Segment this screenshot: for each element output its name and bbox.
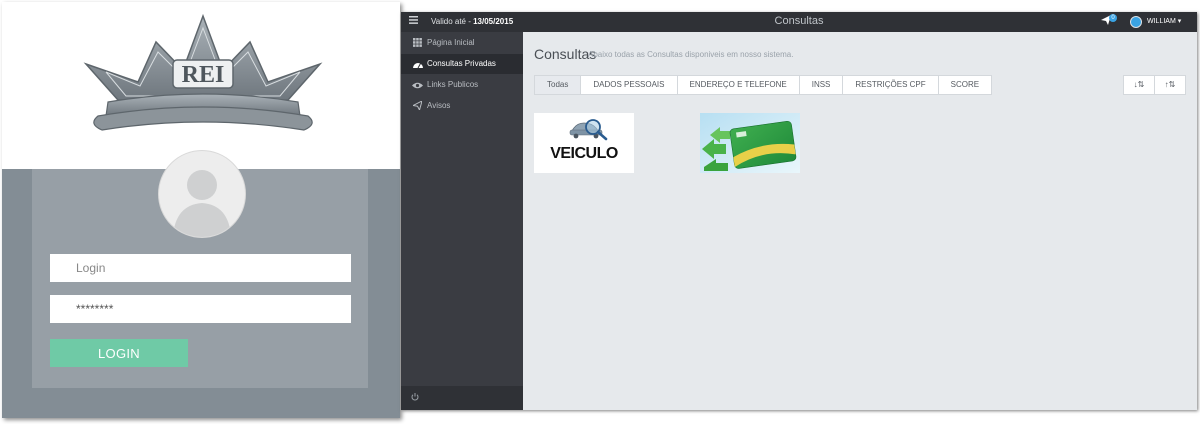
validity-label: Valido até - [431,17,474,26]
eye-icon [412,75,423,96]
login-input[interactable] [50,254,351,282]
user-menu[interactable]: WILLIAM ▾ [1147,17,1181,25]
tab-score[interactable]: SCORE [939,76,991,94]
validity-date: 13/05/2015 [473,17,514,26]
sidebar-item-label: Links Publicos [427,80,479,89]
sort-controls: ↓⇅ ↑⇅ [1123,75,1186,95]
menu-icon[interactable] [409,16,419,28]
tab-todas[interactable]: Todas [535,76,582,94]
category-tabs: Todas DADOS PESSOAIS ENDEREÇO E TELEFONE… [534,75,993,95]
login-button[interactable]: LOGIN [50,339,188,367]
user-avatar-icon [158,150,246,238]
sidebar-item-label: Consultas Privadas [427,59,496,68]
sidebar-item-consultas-privadas[interactable]: Consultas Privadas [401,54,523,74]
top-bar: Valido até - 13/05/2015 Consultas 0 WILL… [401,12,1197,32]
tab-endereco-telefone[interactable]: ENDEREÇO E TELEFONE [678,76,800,94]
page-subtitle: Abaixo todas as Consultas disponiveis em… [588,50,794,59]
query-card-cpf[interactable] [700,113,800,173]
notification-badge: 0 [1109,14,1117,22]
card-label-veiculo: VEICULO [550,145,618,162]
magnifier-car-icon [569,119,608,141]
tab-dados-pessoais[interactable]: DADOS PESSOAIS [581,76,678,94]
tab-inss[interactable]: INSS [800,76,844,94]
page-title: Consultas [534,46,597,62]
notification-button[interactable]: 0 [1101,14,1117,29]
sidebar-item-links-publicos[interactable]: Links Publicos [401,75,523,95]
user-avatar-small[interactable] [1130,16,1142,28]
login-panel: REI LOGIN [2,2,400,418]
sidebar-item-avisos[interactable]: Avisos [401,96,523,116]
sort-descending-button[interactable]: ↑⇅ [1154,76,1185,94]
sidebar-footer [401,386,523,410]
main-content: Consultas Abaixo todas as Consultas disp… [523,32,1197,410]
sidebar: Página Inicial Consultas Privadas Links … [401,32,523,410]
query-card-veiculo[interactable]: VEICULO [534,113,634,173]
app-title: Consultas [774,15,824,27]
crown-logo-icon: REI [83,13,323,131]
paper-plane-icon [411,96,423,117]
power-icon[interactable] [411,393,419,403]
validity-info: Valido até - 13/05/2015 [431,17,513,26]
green-card-icon [700,113,800,173]
sidebar-item-label: Página Inicial [427,38,475,47]
dashboard-window: Valido até - 13/05/2015 Consultas 0 WILL… [401,12,1197,410]
grid-icon [412,33,423,54]
sidebar-item-label: Avisos [427,101,451,110]
dashboard-icon [412,54,423,75]
sidebar-item-pagina-inicial[interactable]: Página Inicial [401,33,523,53]
password-input[interactable] [50,295,351,323]
crown-logo-text: REI [182,62,225,88]
tab-restricoes-cpf[interactable]: RESTRIÇÕES CPF [843,76,939,94]
sort-ascending-button[interactable]: ↓⇅ [1124,76,1154,94]
